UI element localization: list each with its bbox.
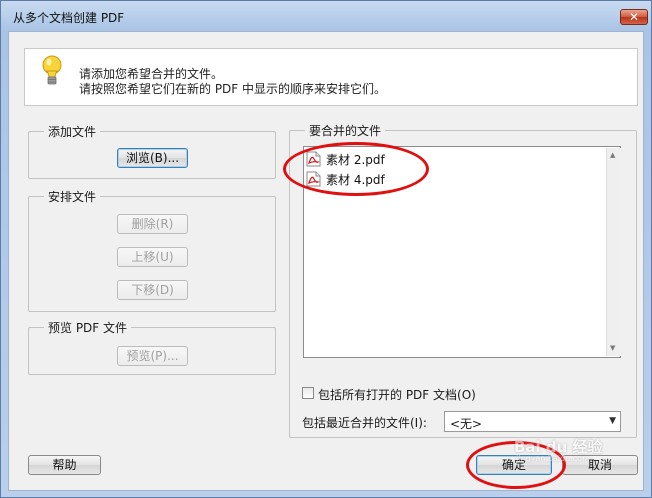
scroll-up-icon[interactable]: ▲ <box>610 151 615 159</box>
move-up-button[interactable]: 上移(U) <box>117 247 188 267</box>
annotation-ellipse-files <box>283 142 429 196</box>
instruction-panel: 请添加您希望合并的文件。 请按照您希望它们在新的 PDF 中显示的顺序来安排它们… <box>24 48 638 106</box>
recent-files-dropdown[interactable]: <无> ▼ <box>444 411 621 432</box>
instruction-line-2: 请按照您希望它们在新的 PDF 中显示的顺序来安排它们。 <box>79 82 387 96</box>
vertical-scrollbar[interactable]: ▲ ▼ <box>606 148 621 356</box>
recent-files-label: 包括最近合并的文件(I): <box>302 416 427 430</box>
watermark-sub: jingyan.baidu.com <box>516 454 590 463</box>
recent-files-value: <无> <box>450 417 483 431</box>
include-open-label: 包括所有打开的 PDF 文档(O) <box>318 388 476 402</box>
add-files-label: 添加文件 <box>44 123 101 140</box>
close-button[interactable]: ✕ <box>620 9 648 25</box>
preview-pdf-label: 预览 PDF 文件 <box>44 319 132 336</box>
preview-button[interactable]: 预览(P)... <box>117 346 188 366</box>
files-to-merge-label: 要合并的文件 <box>305 122 386 139</box>
baidu-watermark: Bai du 经验 jingyan.baidu.com <box>512 436 622 464</box>
include-open-checkbox[interactable] <box>302 387 314 399</box>
delete-button[interactable]: 删除(R) <box>117 214 188 234</box>
window-title: 从多个文档创建 PDF <box>13 11 125 25</box>
move-down-button[interactable]: 下移(D) <box>117 280 188 300</box>
scroll-down-icon[interactable]: ▼ <box>610 344 615 352</box>
browse-button[interactable]: 浏览(B)... <box>117 148 188 168</box>
lightbulb-icon <box>42 55 62 85</box>
title-bar[interactable]: 从多个文档创建 PDF ✕ <box>1 1 651 31</box>
chevron-down-icon: ▼ <box>609 416 616 426</box>
help-button[interactable]: 帮助 <box>28 455 101 475</box>
close-icon: ✕ <box>628 10 640 24</box>
arrange-files-label: 安排文件 <box>44 188 101 205</box>
